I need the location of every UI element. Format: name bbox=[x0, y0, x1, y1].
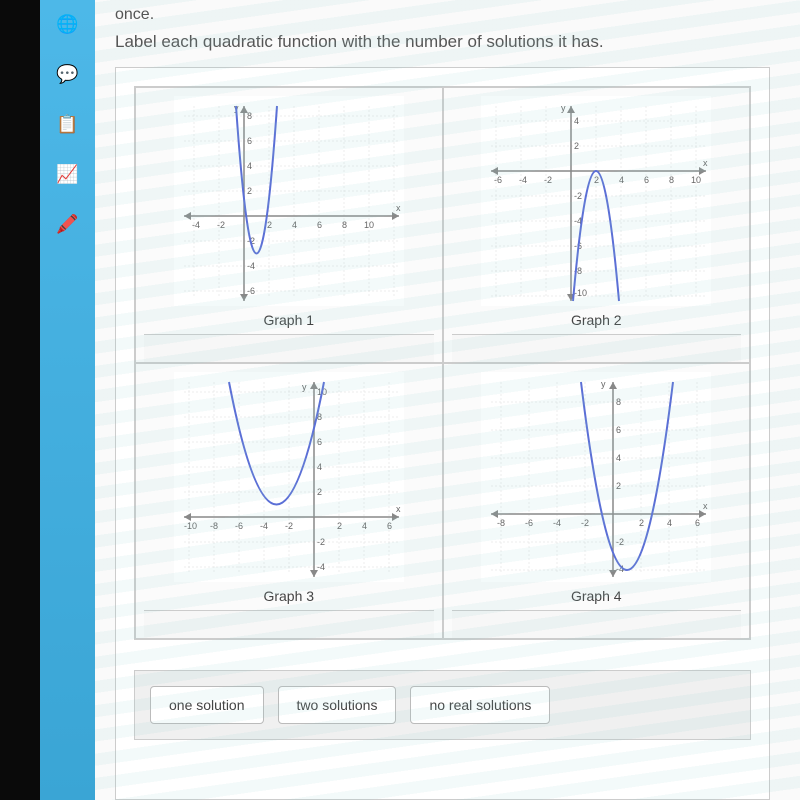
tile-two-solutions[interactable]: two solutions bbox=[278, 686, 397, 724]
instruction-text: Label each quadratic function with the n… bbox=[115, 32, 770, 52]
svg-text:6: 6 bbox=[616, 425, 621, 435]
svg-text:10: 10 bbox=[691, 175, 701, 185]
svg-text:2: 2 bbox=[317, 487, 322, 497]
svg-text:2: 2 bbox=[247, 186, 252, 196]
svg-text:4: 4 bbox=[292, 220, 297, 230]
svg-text:y: y bbox=[601, 379, 606, 389]
svg-text:2: 2 bbox=[337, 521, 342, 531]
svg-text:-2: -2 bbox=[574, 191, 582, 201]
chat-icon[interactable]: 💬 bbox=[52, 58, 84, 90]
svg-text:x: x bbox=[396, 203, 401, 213]
graph-1-label: Graph 1 bbox=[263, 306, 314, 334]
svg-text:x: x bbox=[396, 504, 401, 514]
svg-text:-8: -8 bbox=[497, 518, 505, 528]
list-icon[interactable]: 📋 bbox=[52, 108, 84, 140]
svg-text:-2: -2 bbox=[616, 537, 624, 547]
graph-4-dropzone[interactable] bbox=[452, 610, 742, 638]
graph-3-label: Graph 3 bbox=[263, 582, 314, 610]
graph-3-dropzone[interactable] bbox=[144, 610, 434, 638]
svg-text:-6: -6 bbox=[494, 175, 502, 185]
svg-text:-2: -2 bbox=[285, 521, 293, 531]
svg-text:-4: -4 bbox=[247, 261, 255, 271]
svg-text:-6: -6 bbox=[235, 521, 243, 531]
svg-text:4: 4 bbox=[616, 453, 621, 463]
svg-text:6: 6 bbox=[317, 220, 322, 230]
svg-text:4: 4 bbox=[667, 518, 672, 528]
svg-text:x: x bbox=[703, 158, 708, 168]
svg-text:-4: -4 bbox=[317, 562, 325, 572]
svg-text:-10: -10 bbox=[574, 288, 587, 298]
svg-text:-4: -4 bbox=[260, 521, 268, 531]
graph-cell-4: -8 -6 -4 -2 2 4 6 2 4 6 8 -2 -4 x bbox=[443, 363, 751, 639]
svg-text:4: 4 bbox=[619, 175, 624, 185]
svg-text:y: y bbox=[302, 382, 307, 392]
svg-text:8: 8 bbox=[247, 111, 252, 121]
svg-text:-4: -4 bbox=[192, 220, 200, 230]
graph-2-label: Graph 2 bbox=[571, 306, 622, 334]
graph-cell-3: -10 -8 -6 -4 -2 2 4 6 2 4 6 8 10 -2 bbox=[135, 363, 443, 639]
svg-text:-10: -10 bbox=[184, 521, 197, 531]
graphs-grid: -2 -4 2 4 6 8 10 2 4 6 8 -2 -4 -6 bbox=[134, 86, 751, 640]
graph-cell-1: -2 -4 2 4 6 8 10 2 4 6 8 -2 -4 -6 bbox=[135, 87, 443, 363]
svg-text:y: y bbox=[561, 103, 566, 113]
svg-text:8: 8 bbox=[616, 397, 621, 407]
graph-1-dropzone[interactable] bbox=[144, 334, 434, 362]
svg-text:6: 6 bbox=[247, 136, 252, 146]
graph-2-plot: -6 -4 -2 2 4 6 8 10 2 4 -2 -4 -6 -8 bbox=[481, 96, 711, 306]
highlighter-icon[interactable]: 🖍️ bbox=[52, 208, 84, 240]
chart-icon[interactable]: 📈 bbox=[52, 158, 84, 190]
graph-1-plot: -2 -4 2 4 6 8 10 2 4 6 8 -2 -4 -6 bbox=[174, 96, 404, 306]
svg-text:2: 2 bbox=[616, 481, 621, 491]
svg-text:x: x bbox=[703, 501, 708, 511]
svg-text:2: 2 bbox=[267, 220, 272, 230]
graph-2-dropzone[interactable] bbox=[452, 334, 742, 362]
svg-text:6: 6 bbox=[695, 518, 700, 528]
svg-text:-2: -2 bbox=[581, 518, 589, 528]
svg-text:6: 6 bbox=[644, 175, 649, 185]
svg-text:-6: -6 bbox=[247, 286, 255, 296]
svg-text:8: 8 bbox=[669, 175, 674, 185]
svg-text:6: 6 bbox=[317, 437, 322, 447]
svg-text:-6: -6 bbox=[525, 518, 533, 528]
main-content: once. Label each quadratic function with… bbox=[95, 0, 800, 800]
tile-no-real-solutions[interactable]: no real solutions bbox=[410, 686, 550, 724]
svg-text:-4: -4 bbox=[553, 518, 561, 528]
svg-text:4: 4 bbox=[317, 462, 322, 472]
svg-text:4: 4 bbox=[362, 521, 367, 531]
svg-text:4: 4 bbox=[574, 116, 579, 126]
graph-3-plot: -10 -8 -6 -4 -2 2 4 6 2 4 6 8 10 -2 bbox=[174, 372, 404, 582]
tile-one-solution[interactable]: one solution bbox=[150, 686, 264, 724]
app-sidebar: 🌐 💬 📋 📈 🖍️ bbox=[40, 0, 95, 800]
svg-text:4: 4 bbox=[247, 161, 252, 171]
answer-tiles-tray: one solution two solutions no real solut… bbox=[134, 670, 751, 740]
graph-cell-2: -6 -4 -2 2 4 6 8 10 2 4 -2 -4 -6 -8 bbox=[443, 87, 751, 363]
svg-text:6: 6 bbox=[387, 521, 392, 531]
graph-4-plot: -8 -6 -4 -2 2 4 6 2 4 6 8 -2 -4 x bbox=[481, 372, 711, 582]
svg-text:-8: -8 bbox=[210, 521, 218, 531]
svg-text:10: 10 bbox=[364, 220, 374, 230]
worksheet-panel: -2 -4 2 4 6 8 10 2 4 6 8 -2 -4 -6 bbox=[115, 67, 770, 800]
svg-text:-4: -4 bbox=[519, 175, 527, 185]
svg-text:-2: -2 bbox=[317, 537, 325, 547]
svg-text:8: 8 bbox=[342, 220, 347, 230]
svg-text:2: 2 bbox=[594, 175, 599, 185]
globe-icon[interactable]: 🌐 bbox=[52, 8, 84, 40]
left-dark-edge bbox=[0, 0, 40, 800]
svg-text:-2: -2 bbox=[544, 175, 552, 185]
svg-text:2: 2 bbox=[574, 141, 579, 151]
svg-text:-2: -2 bbox=[217, 220, 225, 230]
svg-text:2: 2 bbox=[639, 518, 644, 528]
graph-4-label: Graph 4 bbox=[571, 582, 622, 610]
instruction-fragment: once. bbox=[115, 6, 770, 24]
